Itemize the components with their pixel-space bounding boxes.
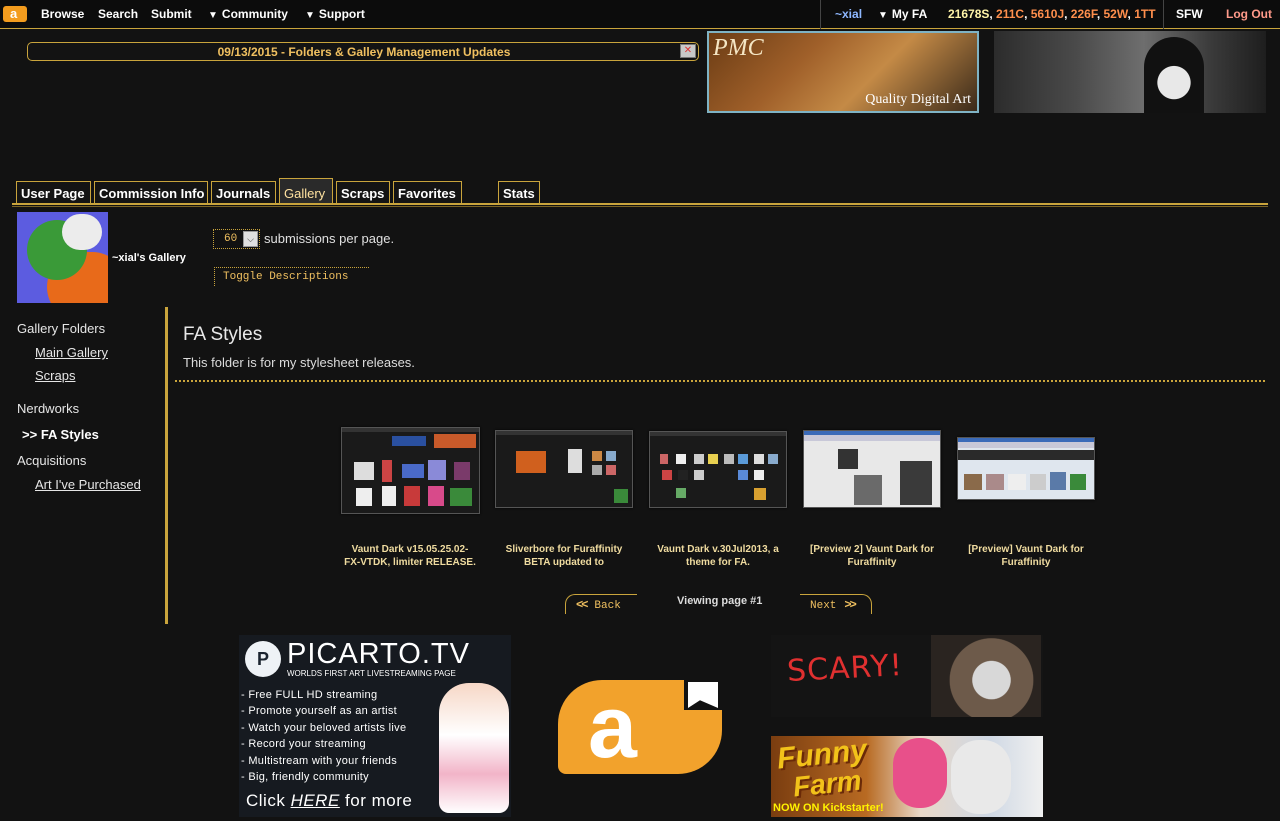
nav-divider [820, 0, 821, 29]
nav-browse-link[interactable]: Browse [41, 7, 84, 21]
funny-farm-character-image [951, 740, 1011, 814]
sidebar-heading-acquisitions: Acquisitions [17, 453, 87, 468]
next-button[interactable]: Next >> [800, 594, 872, 614]
list-item: - Multistream with your friends [241, 754, 398, 767]
sidebar-item-scraps[interactable]: Scraps [35, 368, 75, 383]
troubletickets-count[interactable]: 1TT [1134, 7, 1155, 21]
scary-ad-character-image [931, 635, 1041, 717]
site-announcement[interactable]: 09/13/2015 - Folders & Galley Management… [27, 42, 699, 61]
fa-logo-icon[interactable]: a [3, 6, 27, 22]
folder-divider [175, 380, 1265, 382]
banner-character-image [1144, 37, 1204, 113]
fa-logo-ad[interactable]: a [558, 680, 722, 774]
tab-underline [12, 203, 1268, 205]
gallery-owner-title: ~xial's Gallery [112, 252, 186, 264]
tab-scraps[interactable]: Scraps [336, 181, 390, 204]
nav-search-link[interactable]: Search [98, 7, 138, 21]
notification-counters: 21678S, 211C, 5610J, 226F, 52W, 1TT [948, 7, 1156, 21]
dropdown-arrow-icon: ▼ [305, 10, 315, 21]
submission-thumbnail[interactable] [957, 437, 1095, 500]
tab-journals[interactable]: Journals [211, 181, 276, 204]
top-navigation-bar: a Browse Search Submit ▼ Community ▼ Suppo… [0, 0, 1280, 29]
forest-banner-ad[interactable] [994, 31, 1266, 113]
double-chevron-right-icon: >> [844, 598, 856, 612]
nav-submit-link[interactable]: Submit [151, 7, 192, 21]
dropdown-arrow-icon: ▼ [878, 10, 888, 21]
picarto-ad[interactable]: P PICARTO.TV WORLDS FIRST ART LIVESTREAM… [239, 635, 511, 817]
nav-support-menu[interactable]: ▼ Support [305, 7, 365, 21]
submission-thumbnail[interactable] [495, 430, 633, 508]
sidebar-heading-gallery-folders: Gallery Folders [17, 321, 106, 336]
tab-favorites[interactable]: Favorites [393, 181, 462, 204]
pmc-logo-text: PMC [713, 35, 764, 61]
tab-gallery[interactable]: Gallery [279, 178, 333, 204]
logout-link[interactable]: Log Out [1226, 7, 1272, 21]
per-page-select[interactable]: 60 ⌵ [213, 229, 260, 249]
sidebar-heading-nerdworks: Nerdworks [17, 401, 80, 416]
nav-user-link[interactable]: ~xial [835, 7, 862, 21]
journals-count[interactable]: 5610J [1031, 7, 1064, 21]
tab-underline [12, 206, 1268, 207]
sidebar-item-fa-styles[interactable]: >> FA Styles [22, 427, 99, 442]
funny-farm-character-image [893, 738, 947, 808]
submission-title[interactable]: [Preview 2] Vaunt Dark for Furaffinity [802, 543, 942, 569]
picarto-logo-icon: P [245, 641, 281, 677]
announcement-close-icon[interactable]: ✕ [680, 44, 696, 58]
submission-title[interactable]: Vaunt Dark v15.05.25.02- FX-VTDK, limiter… [340, 543, 480, 569]
sidebar-divider [165, 307, 168, 624]
submission-thumbnail[interactable] [341, 427, 480, 514]
scary-ad-text: SCARY! [786, 647, 904, 690]
picarto-tagline: WORLDS FIRST ART LIVESTREAMING PAGE [287, 669, 456, 678]
list-item: - Record your streaming [241, 738, 366, 751]
active-marker-icon: >> [22, 427, 38, 442]
comments-count[interactable]: 211C [996, 7, 1024, 21]
nav-myfa-menu[interactable]: ▼ My FA [878, 7, 927, 21]
list-item: - Free FULL HD streaming [241, 689, 378, 701]
tab-stats[interactable]: Stats [498, 181, 540, 204]
funny-farm-ad[interactable]: Funny Farm NOW ON Kickstarter! [771, 736, 1043, 817]
picarto-feature-list: - Free FULL HD streaming - Promote yours… [241, 687, 406, 785]
tab-user-page[interactable]: User Page [16, 181, 91, 204]
list-item: - Watch your beloved artists live [241, 721, 407, 734]
list-item: - Big, friendly community [241, 771, 369, 784]
picarto-mascot-image [439, 683, 509, 813]
favorites-count[interactable]: 226F [1071, 7, 1097, 21]
tab-commission-info[interactable]: Commission Info [94, 181, 208, 204]
per-page-label: submissions per page. [264, 231, 395, 246]
sidebar-item-art-purchased[interactable]: Art I've Purchased [35, 477, 141, 492]
pmc-tagline: Quality Digital Art [865, 92, 971, 107]
list-item: - Promote yourself as an artist [241, 705, 398, 718]
picarto-brand: PICARTO.TV [287, 638, 470, 670]
avatar[interactable] [17, 212, 108, 303]
folder-description: This folder is for my stylesheet release… [183, 355, 415, 370]
funny-farm-title-line2: Farm [791, 764, 863, 803]
submissions-count[interactable]: 21678S [948, 7, 989, 21]
back-button[interactable]: << Back [565, 594, 637, 614]
dropdown-arrow-icon: ▼ [208, 10, 218, 21]
submission-thumbnail[interactable] [649, 431, 787, 508]
submission-thumbnail[interactable] [803, 430, 941, 508]
scary-ad[interactable]: SCARY! [771, 635, 1043, 717]
sfw-toggle[interactable]: SFW [1176, 7, 1203, 21]
announcement-text[interactable]: 09/13/2015 - Folders & Galley Management… [28, 45, 700, 59]
submission-title[interactable]: Sliverbore for Furaffinity BETA updated t… [494, 543, 634, 569]
watches-count[interactable]: 52W [1104, 7, 1128, 21]
chevron-down-icon[interactable]: ⌵ [243, 231, 258, 247]
nav-community-menu[interactable]: ▼ Community [208, 7, 288, 21]
double-chevron-left-icon: << [576, 598, 588, 612]
nav-divider [1163, 0, 1164, 29]
submission-title[interactable]: [Preview] Vaunt Dark for Furaffinity [956, 543, 1096, 569]
folder-title: FA Styles [183, 324, 263, 345]
pmc-banner-ad[interactable]: PMC Quality Digital Art [707, 31, 979, 113]
per-page-value: 60 [224, 233, 238, 245]
fa-logo-letter: a [588, 677, 637, 776]
toggle-descriptions-button[interactable]: Toggle Descriptions [214, 267, 369, 286]
sidebar-item-main-gallery[interactable]: Main Gallery [35, 345, 108, 360]
picarto-cta[interactable]: Click HERE for more [246, 791, 412, 811]
page-indicator: Viewing page #1 [677, 595, 763, 607]
submission-title[interactable]: Vaunt Dark v.30Jul2013, a theme for FA. [648, 543, 788, 569]
funny-farm-kickstarter-text: NOW ON Kickstarter! [773, 802, 884, 814]
